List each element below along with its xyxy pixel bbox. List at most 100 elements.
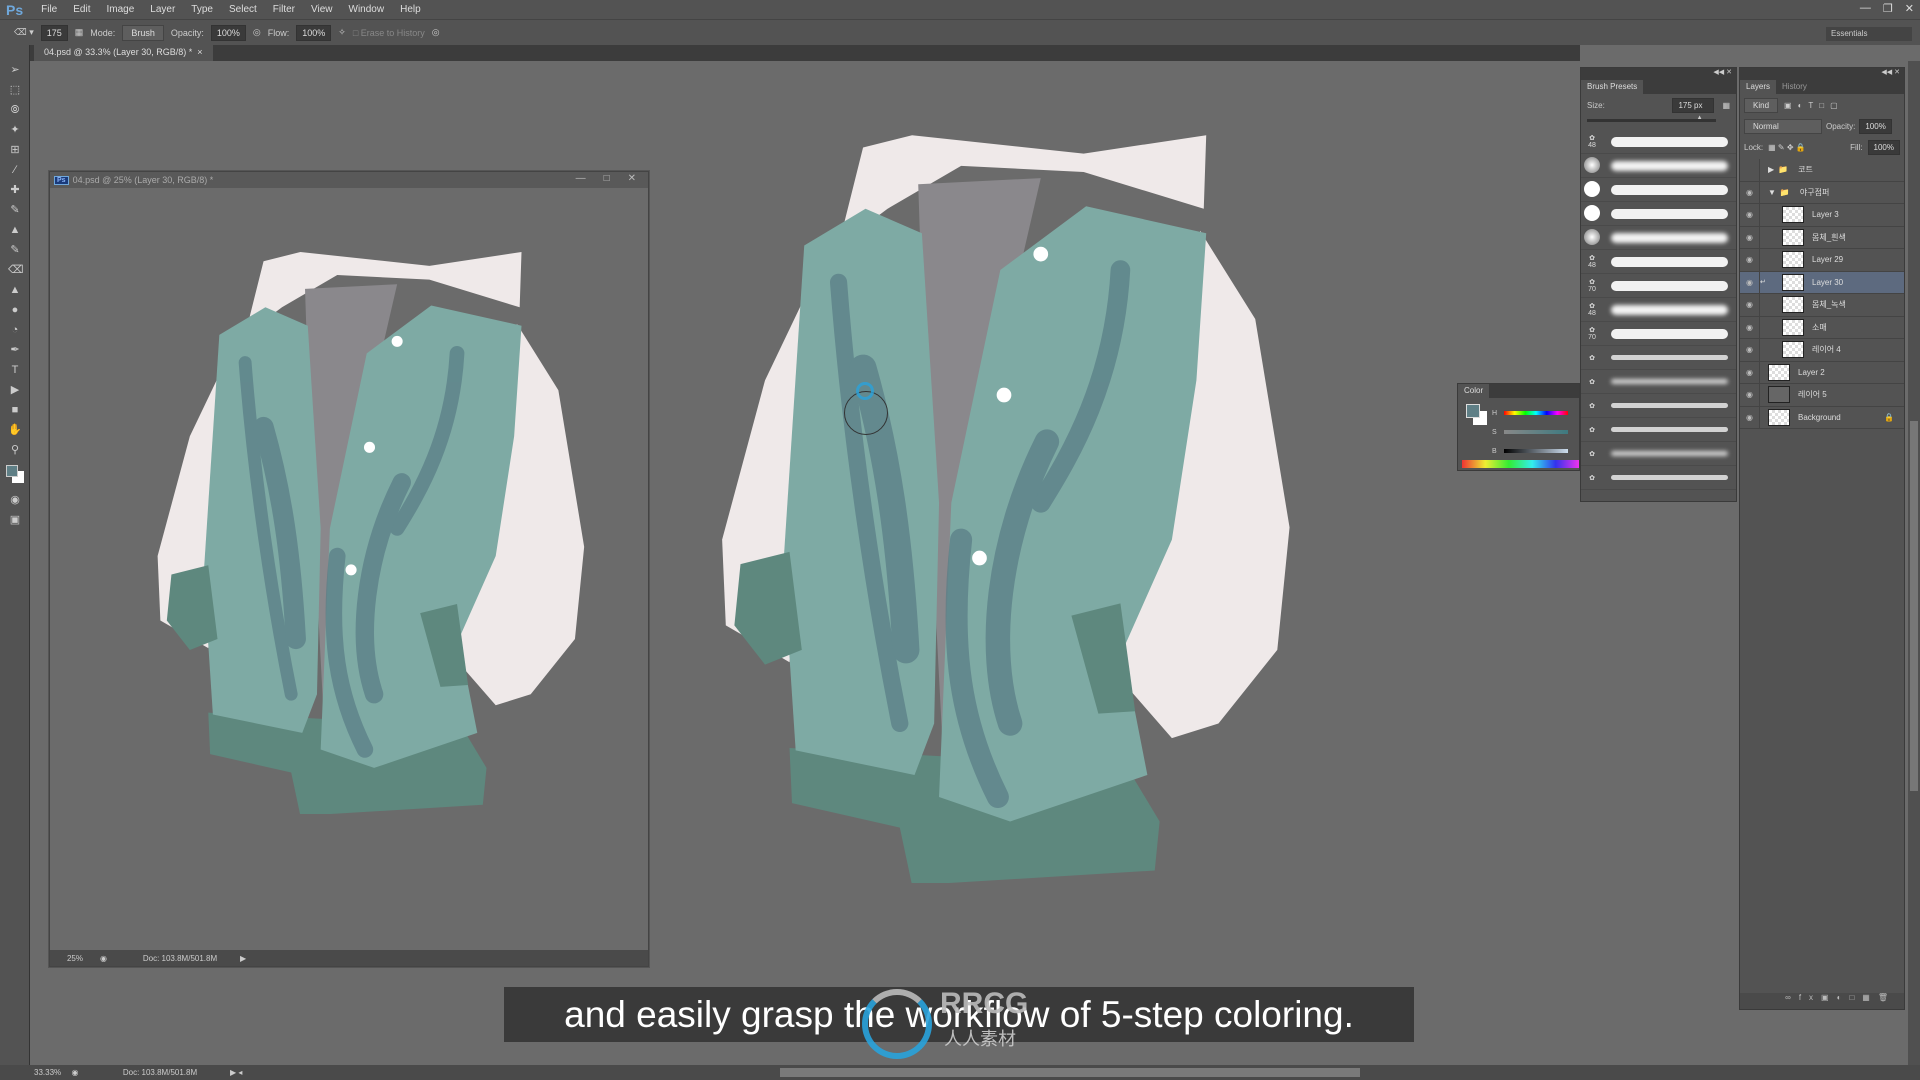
zoom-level[interactable]: 33.33% (0, 1068, 61, 1077)
eye-icon[interactable]: ◉ (1740, 204, 1760, 226)
eye-icon[interactable]: ◉ (1740, 406, 1760, 428)
dodge-tool-icon[interactable]: ◔ (8, 323, 22, 337)
brush-panel-icon[interactable]: ▦ (1722, 101, 1730, 110)
visibility-off-icon[interactable] (1740, 159, 1760, 181)
close-icon[interactable]: ✕ (1905, 2, 1914, 15)
brush-preset[interactable]: ✿ 70 (1581, 322, 1736, 346)
brush-size-picker[interactable]: 175 (40, 24, 68, 41)
layer-row[interactable]: ◉ 몸체_녹색 (1740, 294, 1904, 317)
eye-icon[interactable]: ◉ (1740, 339, 1760, 361)
zoom-level[interactable]: 25% (50, 954, 100, 963)
menu-select[interactable]: Select (221, 4, 265, 15)
marquee-tool-icon[interactable]: ⬚ (8, 83, 22, 97)
crop-tool-icon[interactable]: ⊞ (8, 143, 22, 157)
layer-opacity-input[interactable]: 100% (1859, 119, 1892, 134)
layer-row[interactable]: ▶ 📁 코트 (1740, 159, 1904, 182)
lasso-tool-icon[interactable]: ⦾ (8, 103, 22, 117)
eye-icon[interactable]: ◉ (1740, 271, 1760, 293)
menu-filter[interactable]: Filter (265, 4, 303, 15)
brush-preset[interactable]: ✿ (1581, 442, 1736, 466)
brush-preset[interactable]: ✿ (1581, 418, 1736, 442)
menu-file[interactable]: File (33, 4, 65, 15)
saturation-slider[interactable] (1504, 430, 1568, 434)
airbrush-icon[interactable]: ✧ (338, 27, 346, 38)
layer-row[interactable]: ◉ 소매 (1740, 316, 1904, 339)
menu-view[interactable]: View (303, 4, 341, 15)
tab-brush-presets[interactable]: Brush Presets (1581, 80, 1644, 94)
layer-row[interactable]: ◉ Layer 29 (1740, 249, 1904, 272)
panel-collapse-icon[interactable]: ◀◀ ✕ (1740, 68, 1904, 80)
vertical-scrollbar[interactable] (1908, 61, 1920, 1065)
lock-icons[interactable]: ▦ ✎ ✥ 🔒 (1768, 143, 1806, 152)
eyedropper-icon[interactable]: ∕ (8, 163, 22, 177)
filter-icons[interactable]: ▣◐T□▢ (1784, 101, 1844, 110)
eraser-tool-icon[interactable]: ⌫ ▾ (14, 27, 34, 38)
tab-color[interactable]: Color (1458, 384, 1490, 398)
brush-preset[interactable]: ✿ 48 (1581, 298, 1736, 322)
zoom-tool-icon[interactable]: ⚲ (8, 443, 22, 457)
tab-history[interactable]: History (1776, 80, 1813, 94)
tab-close-icon[interactable]: × (197, 47, 202, 57)
brush-preset[interactable]: ✿ (1581, 370, 1736, 394)
eye-icon[interactable]: ◉ (1740, 226, 1760, 248)
color-swatches[interactable] (6, 463, 24, 487)
eye-icon[interactable]: ◉ (1740, 294, 1760, 316)
brush-preset[interactable]: ✿ (1581, 346, 1736, 370)
close-icon[interactable]: ✕ (628, 173, 636, 184)
brush-preset[interactable] (1581, 178, 1736, 202)
rectangle-tool-icon[interactable]: ■ (8, 403, 22, 417)
brush-preset[interactable] (1581, 154, 1736, 178)
brush-preset[interactable]: ✿ 70 (1581, 274, 1736, 298)
brush-panel-toggle-icon[interactable]: ▦ (75, 27, 84, 38)
eye-icon[interactable]: ◉ (1740, 249, 1760, 271)
menu-window[interactable]: Window (341, 4, 393, 15)
maximize-icon[interactable]: □ (604, 173, 610, 184)
layer-filter-select[interactable]: Kind (1744, 98, 1779, 113)
mode-select[interactable]: Brush (122, 24, 164, 41)
layer-row[interactable]: ◉ Layer 2 (1740, 361, 1904, 384)
path-selection-icon[interactable]: ▶ (8, 383, 22, 397)
move-tool-icon[interactable]: ➢ (8, 63, 22, 77)
hand-tool-icon[interactable]: ✋ (8, 423, 22, 437)
clone-stamp-icon[interactable]: ▲ (8, 223, 22, 237)
chevron-right-icon[interactable]: ▶ (1768, 165, 1774, 174)
menu-edit[interactable]: Edit (65, 4, 98, 15)
erase-to-history-checkbox[interactable]: □ Erase to History (353, 28, 425, 38)
brush-preset[interactable] (1581, 202, 1736, 226)
history-brush-icon[interactable]: ✎ (8, 243, 22, 257)
minimize-icon[interactable]: — (576, 173, 586, 184)
eye-icon[interactable]: ◉ (1740, 181, 1760, 203)
pressure-opacity-icon[interactable]: ◎ (253, 27, 261, 38)
menu-image[interactable]: Image (98, 4, 142, 15)
layer-actions-icons[interactable]: ∞fx▣◐□▦🗑 (1785, 993, 1896, 1002)
layer-row[interactable]: ◉ 몸체_흰색 (1740, 226, 1904, 249)
paint-bucket-icon[interactable]: ▲ (8, 283, 22, 297)
status-menu-arrow-icon[interactable]: ▶ (240, 954, 246, 963)
eye-icon[interactable]: ◉ (1740, 384, 1760, 406)
layer-row[interactable]: ◉ Background 🔒 (1740, 406, 1904, 429)
opacity-input[interactable]: 100% (210, 24, 246, 41)
foreground-color-swatch[interactable] (1466, 404, 1480, 418)
quick-mask-icon[interactable]: ◉ (8, 493, 22, 507)
blur-tool-icon[interactable]: ● (8, 303, 22, 317)
screen-mode-icon[interactable]: ▣ (8, 513, 22, 527)
size-input[interactable]: 175 px (1672, 98, 1715, 113)
chevron-down-icon[interactable]: ▼ (1768, 188, 1776, 197)
menu-type[interactable]: Type (183, 4, 221, 15)
workspace-select[interactable]: Essentials (1826, 27, 1912, 41)
healing-brush-icon[interactable]: ✚ (8, 183, 22, 197)
restore-icon[interactable]: ❐ (1883, 2, 1893, 15)
layer-row[interactable]: ◉ ▼ 📁 야구점퍼 (1740, 181, 1904, 204)
tab-layers[interactable]: Layers (1740, 80, 1777, 94)
color-spectrum-bar[interactable] (1462, 460, 1579, 468)
document-tab[interactable]: 04.psd @ 33.3% (Layer 30, RGB/8) * × (34, 45, 213, 61)
menu-help[interactable]: Help (392, 4, 429, 15)
eraser-tool-icon[interactable]: ⌫ (8, 263, 24, 277)
eye-icon[interactable]: ◉ (1740, 316, 1760, 338)
layer-row[interactable]: ◉ Layer 3 (1740, 204, 1904, 227)
flow-input[interactable]: 100% (296, 24, 332, 41)
hue-slider[interactable] (1504, 411, 1568, 415)
brush-preset[interactable] (1581, 226, 1736, 250)
brush-tool-icon[interactable]: ✎ (8, 203, 22, 217)
blend-mode-select[interactable]: Normal (1744, 119, 1822, 134)
